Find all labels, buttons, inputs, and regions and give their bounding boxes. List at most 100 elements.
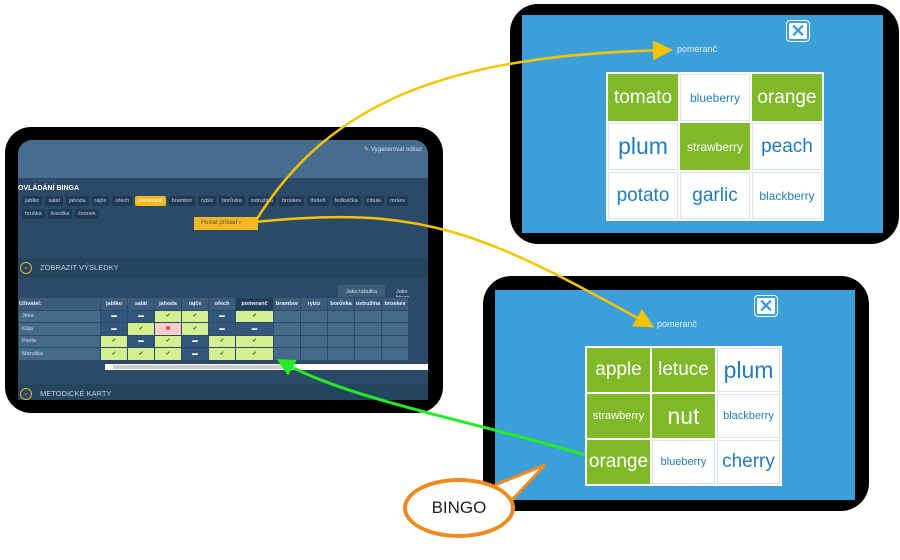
result-ok-icon: ✔ <box>235 309 274 323</box>
tag-2[interactable]: jahoda <box>66 196 89 206</box>
result-none-icon: ▬ <box>181 347 209 361</box>
bingo-cell[interactable]: plum <box>717 348 780 392</box>
send-example-button[interactable]: Poslat příklad › <box>194 217 258 230</box>
bingo-cell[interactable]: blueberry <box>680 74 750 121</box>
bingo-cell[interactable]: peach <box>752 123 822 170</box>
result-ok-icon: ✔ <box>127 347 155 361</box>
results-section-label: ZOBRAZIT VÝSLEDKY <box>40 263 119 272</box>
bingo-cell[interactable]: blackberry <box>752 172 822 219</box>
tag-11[interactable]: třešeň <box>307 196 329 206</box>
tag-9[interactable]: ostružina <box>247 196 276 206</box>
header-0: jablko <box>100 297 128 311</box>
current-word: pomeranč <box>657 319 698 329</box>
bingo-cell[interactable]: apple <box>587 348 650 392</box>
result-empty <box>327 334 355 348</box>
bingo-cell[interactable]: orange <box>587 440 650 484</box>
close-icon[interactable]: ✕ <box>786 20 810 42</box>
results-table: Uživatel: jablko salát jahoda rajče ořech pome… <box>18 297 409 361</box>
header-8: borůvka <box>327 297 355 311</box>
cards-section-label: METODICKÉ KARTY <box>40 389 112 398</box>
result-none-icon: ▬ <box>127 334 155 348</box>
result-empty <box>273 334 301 348</box>
result-empty <box>300 347 328 361</box>
tag-7[interactable]: rybíz <box>198 196 217 206</box>
results-section-header[interactable]: ⌄ ZOBRAZIT VÝSLEDKY <box>18 258 428 278</box>
result-empty <box>381 334 409 348</box>
header-4: ořech <box>208 297 236 311</box>
table-row: Pavla ✔ ▬ ✔ ▬ ✔ ✔ <box>18 334 409 348</box>
user-name: Kája <box>18 322 101 336</box>
result-none-icon: ▬ <box>181 334 209 348</box>
send-label: Poslat příklad <box>201 220 238 226</box>
result-none-icon: ▬ <box>208 309 236 323</box>
header-9: ostružina <box>354 297 382 311</box>
tag-16[interactable]: švestka <box>47 209 73 219</box>
bingo-cell[interactable]: strawberry <box>587 394 650 438</box>
bingo-cell[interactable]: orange <box>752 74 822 121</box>
result-none-icon: ▬ <box>100 309 128 323</box>
bingo-cell[interactable]: tomato <box>608 74 678 121</box>
bingo-cell[interactable]: potato <box>608 172 678 219</box>
table-row: Jirka ▬ ▬ ✔ ✔ ▬ ✔ <box>18 309 409 323</box>
result-wrong-icon: ✖ <box>154 322 182 336</box>
tag-0[interactable]: jablko <box>22 196 43 206</box>
bingo-cell[interactable]: blueberry <box>652 440 715 484</box>
chevron-down-icon: ⌄ <box>20 388 32 400</box>
bingo-cell[interactable]: strawberry <box>680 123 750 170</box>
tag-6[interactable]: brambor <box>168 196 196 206</box>
result-none-icon: ▬ <box>235 322 274 336</box>
tag-12[interactable]: ředkvička <box>331 196 361 206</box>
bingo-cell[interactable]: letuce <box>652 348 715 392</box>
result-empty <box>327 347 355 361</box>
result-ok-icon: ✔ <box>235 334 274 348</box>
generate-link-label: Vygenerovat odkaz <box>370 147 422 153</box>
result-none-icon: ▬ <box>208 322 236 336</box>
bingo-cell[interactable]: plum <box>608 123 678 170</box>
tag-3[interactable]: rajče <box>91 196 110 206</box>
teacher-screen: ✎ Vygenerovat odkaz OVLÁDÁNÍ BINGA jablk… <box>18 140 428 400</box>
result-empty <box>381 309 409 323</box>
bingo-cell[interactable]: blackberry <box>717 394 780 438</box>
tag-13[interactable]: cibule <box>363 196 385 206</box>
tag-10[interactable]: broskev <box>279 196 305 206</box>
bingo-cell[interactable]: garlic <box>680 172 750 219</box>
teacher-tablet: ✎ Vygenerovat odkaz OVLÁDÁNÍ BINGA jablk… <box>5 127 443 413</box>
user-name: Jirka <box>18 309 101 323</box>
table-row: Maruška ✔ ✔ ✔ ▬ ✔ ✔ <box>18 347 409 361</box>
horizontal-scrollbar[interactable] <box>105 364 428 370</box>
close-icon[interactable]: ✕ <box>754 295 778 317</box>
cards-section-header[interactable]: ⌄ METODICKÉ KARTY <box>18 384 428 400</box>
header-6: brambor <box>273 297 301 311</box>
bingo-cell[interactable]: cherry <box>717 440 780 484</box>
tag-4[interactable]: ořech <box>112 196 133 206</box>
generate-link[interactable]: ✎ Vygenerovat odkaz <box>364 146 422 153</box>
tag-1[interactable]: salát <box>45 196 63 206</box>
current-word: pomeranč <box>677 44 718 54</box>
result-ok-icon: ✔ <box>181 309 209 323</box>
result-ok-icon: ✔ <box>154 347 182 361</box>
result-ok-icon: ✔ <box>181 322 209 336</box>
tag-14[interactable]: mrkev <box>387 196 409 206</box>
header-7: rybíz <box>300 297 328 311</box>
header-user: Uživatel: <box>18 297 101 311</box>
result-empty <box>381 322 409 336</box>
result-none-icon: ▬ <box>127 309 155 323</box>
tag-15[interactable]: hruška <box>22 209 45 219</box>
result-empty <box>354 309 382 323</box>
word-tags: jablko salát jahoda rajče ořech pomeranč bramb… <box>22 196 422 219</box>
result-empty <box>327 322 355 336</box>
result-empty <box>273 309 301 323</box>
tag-8[interactable]: borůvka <box>219 196 245 206</box>
chevron-right-icon: › <box>239 220 242 226</box>
tag-5[interactable]: pomeranč <box>135 196 166 206</box>
tag-17[interactable]: česnek <box>75 209 99 219</box>
user-name: Maruška <box>18 347 101 361</box>
result-ok-icon: ✔ <box>154 334 182 348</box>
result-empty <box>300 322 328 336</box>
result-ok-icon: ✔ <box>235 347 274 361</box>
scroll-thumb[interactable] <box>113 365 283 369</box>
header-2: jahoda <box>154 297 182 311</box>
bingo-callout: BINGO <box>403 478 515 538</box>
student-tablet-1: ✕ pomeranč tomato blueberry orange plum stra… <box>510 4 899 244</box>
bingo-cell[interactable]: nut <box>652 394 715 438</box>
